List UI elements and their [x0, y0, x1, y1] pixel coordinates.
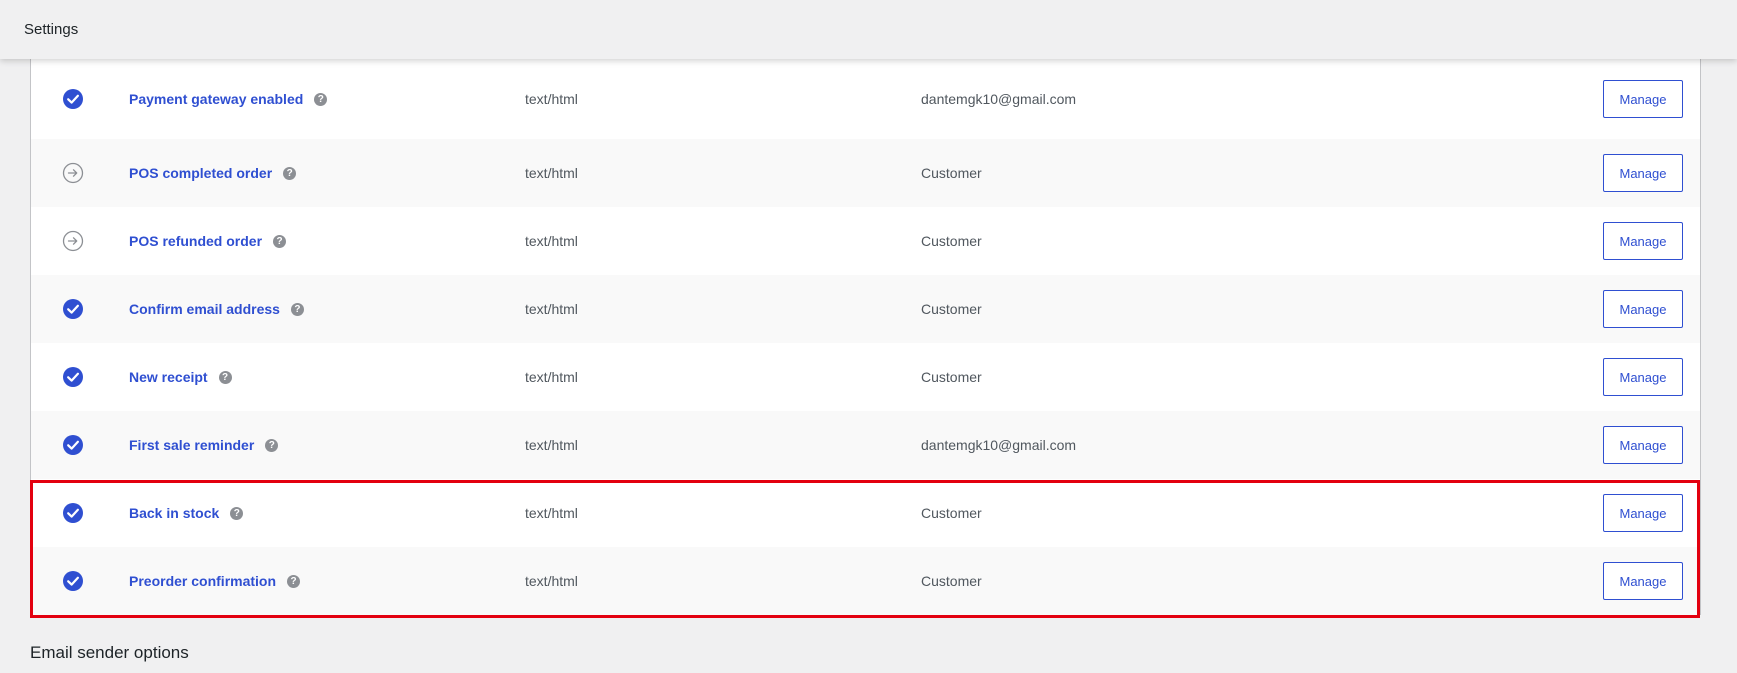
help-icon[interactable]: ?	[290, 302, 304, 316]
help-icon[interactable]: ?	[230, 506, 244, 520]
recipient: Customer	[921, 301, 982, 317]
content-type: text/html	[525, 233, 578, 249]
table-row: First sale reminder? text/html dantemgk1…	[31, 411, 1700, 479]
help-icon[interactable]: ?	[287, 574, 301, 588]
table-row: POS refunded order? text/html Customer M…	[31, 207, 1700, 275]
recipient: Customer	[921, 233, 982, 249]
content-type: text/html	[525, 505, 578, 521]
check-circle-icon	[62, 570, 84, 592]
manage-button[interactable]: Manage	[1603, 494, 1683, 532]
email-name-label: New receipt	[129, 369, 208, 385]
check-circle-icon	[62, 298, 84, 320]
email-name-label: Back in stock	[129, 505, 220, 521]
arrow-circle-icon	[62, 230, 84, 252]
check-circle-icon	[62, 434, 84, 456]
table-row: Payment gateway enabled? text/html dante…	[31, 59, 1700, 139]
email-name-label: Preorder confirmation	[129, 573, 277, 589]
manage-button[interactable]: Manage	[1603, 222, 1683, 260]
email-name-link[interactable]: First sale reminder?	[129, 437, 279, 453]
email-notifications-table: Payment gateway enabled? text/html dante…	[30, 59, 1701, 615]
help-icon[interactable]: ?	[283, 166, 297, 180]
table-row: Back in stock? text/html Customer Manage	[31, 479, 1700, 547]
manage-button[interactable]: Manage	[1603, 426, 1683, 464]
help-icon[interactable]: ?	[218, 370, 232, 384]
content-type: text/html	[525, 91, 578, 107]
email-name-link[interactable]: POS completed order?	[129, 165, 297, 181]
manage-button[interactable]: Manage	[1603, 358, 1683, 396]
content-type: text/html	[525, 301, 578, 317]
help-icon[interactable]: ?	[265, 438, 279, 452]
recipient: Customer	[921, 369, 982, 385]
check-circle-icon	[62, 502, 84, 524]
content-type: text/html	[525, 437, 578, 453]
table-row: Confirm email address? text/html Custome…	[31, 275, 1700, 343]
help-icon[interactable]: ?	[314, 92, 328, 106]
table-row: New receipt? text/html Customer Manage	[31, 343, 1700, 411]
email-name-label: First sale reminder	[129, 437, 255, 453]
email-name-link[interactable]: Preorder confirmation?	[129, 573, 301, 589]
page-title: Settings	[24, 21, 79, 38]
content-type: text/html	[525, 165, 578, 181]
email-name-link[interactable]: Payment gateway enabled?	[129, 91, 328, 107]
email-name-link[interactable]: Confirm email address?	[129, 301, 304, 317]
top-bar: Settings	[0, 0, 1737, 59]
email-name-label: Payment gateway enabled	[129, 91, 304, 107]
section-heading: Email sender options	[30, 643, 189, 662]
email-name-label: POS completed order	[129, 165, 273, 181]
email-name-link[interactable]: Back in stock?	[129, 505, 244, 521]
manage-button[interactable]: Manage	[1603, 154, 1683, 192]
email-name-label: Confirm email address	[129, 301, 280, 317]
content-type: text/html	[525, 369, 578, 385]
recipient: Customer	[921, 573, 982, 589]
email-name-link[interactable]: New receipt?	[129, 369, 232, 385]
help-icon[interactable]: ?	[273, 234, 287, 248]
manage-button[interactable]: Manage	[1603, 562, 1683, 600]
email-name-label: POS refunded order	[129, 233, 263, 249]
content-type: text/html	[525, 573, 578, 589]
email-name-link[interactable]: POS refunded order?	[129, 233, 287, 249]
manage-button[interactable]: Manage	[1603, 290, 1683, 328]
check-circle-icon	[62, 88, 84, 110]
recipient: Customer	[921, 505, 982, 521]
recipient: dantemgk10@gmail.com	[921, 437, 1077, 453]
arrow-circle-icon	[62, 162, 84, 184]
manage-button[interactable]: Manage	[1603, 80, 1683, 118]
table-row: Preorder confirmation? text/html Custome…	[31, 547, 1700, 615]
table-row: POS completed order? text/html Customer …	[31, 139, 1700, 207]
recipient: Customer	[921, 165, 982, 181]
check-circle-icon	[62, 366, 84, 388]
recipient: dantemgk10@gmail.com	[921, 91, 1077, 107]
